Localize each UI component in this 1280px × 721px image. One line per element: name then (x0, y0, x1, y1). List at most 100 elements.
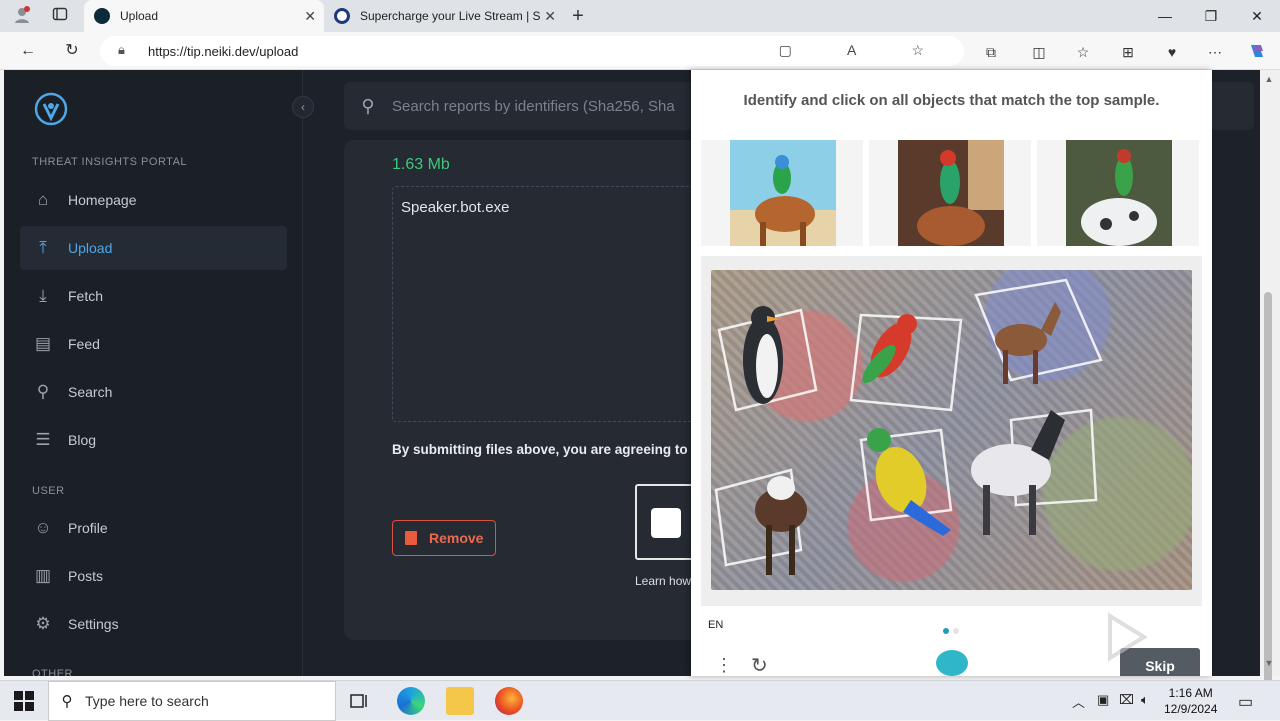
pagination-dots (943, 621, 963, 639)
gear-icon: ⚙ (35, 614, 51, 633)
volume-icon[interactable]: 🔈︎ (1141, 692, 1149, 708)
firefox-icon[interactable] (495, 687, 523, 715)
scrollbar-thumb[interactable] (1264, 292, 1272, 704)
close-window-icon[interactable]: ✕ (1234, 4, 1280, 28)
sidebar-item-profile[interactable]: ☺ Profile (20, 506, 287, 550)
url-text: https://tip.neiki.dev/upload (148, 43, 299, 59)
sidebar-item-label: Settings (68, 616, 119, 632)
page-dot (953, 628, 959, 634)
address-bar[interactable]: 🔒︎ https://tip.neiki.dev/upload ▢ A ☆ (100, 36, 964, 66)
posts-icon: ▥ (34, 566, 52, 585)
extensions-icon[interactable]: ⧉ (980, 41, 1002, 63)
tray-device-icon[interactable]: ▣ (1097, 692, 1109, 708)
edge-browser-icon[interactable] (397, 687, 425, 715)
collections-icon[interactable]: ⊞ (1117, 41, 1139, 63)
anyrun-logo-icon (1108, 612, 1148, 662)
language-selector[interactable]: EN (708, 619, 723, 631)
captcha-refresh-icon[interactable]: ↻ (751, 653, 768, 676)
task-view-icon[interactable] (346, 687, 374, 715)
sidebar-item-blog[interactable]: ☰ Blog (20, 418, 287, 462)
section-label-portal: THREAT INSIGHTS PORTAL (32, 156, 188, 168)
sample-image (701, 140, 863, 246)
tab-title: Upload (120, 9, 159, 23)
profile-icon: ☺ (34, 518, 52, 537)
neiki-favicon-icon (94, 8, 110, 24)
feed-icon: ▤ (34, 334, 52, 353)
copilot-icon[interactable] (1246, 41, 1268, 63)
taskbar-search-input[interactable]: ⚲ Type here to search (48, 681, 336, 721)
tray-chevron-icon[interactable]: ︿ (1072, 692, 1085, 711)
file-size: 1.63 Mb (392, 156, 450, 173)
restore-icon[interactable]: ❐ (1188, 4, 1234, 28)
file-name: Speaker.bot.exe (401, 199, 510, 216)
challenge-image[interactable] (711, 270, 1192, 590)
sidebar-item-label: Homepage (68, 192, 137, 208)
anyrun-watermark (1038, 612, 1228, 673)
windows-start-icon[interactable] (14, 691, 34, 711)
page-dot-active (943, 628, 949, 634)
parrot-on-cow-icon (898, 140, 1004, 246)
sample-image (869, 140, 1031, 246)
file-explorer-icon[interactable] (446, 687, 474, 715)
captcha-instruction: Identify and click on all objects that m… (743, 92, 1160, 109)
address-toolbar: ← ↻ 🔒︎ https://tip.neiki.dev/upload ▢ A … (0, 32, 1280, 70)
clock-time: 1:16 AM (1168, 686, 1213, 700)
lock-icon: 🔒︎ (118, 42, 125, 57)
close-tab-icon[interactable]: ✕ (544, 8, 556, 25)
clock-date: 12/9/2024 (1164, 702, 1218, 716)
refresh-icon[interactable]: ↻ (60, 40, 84, 62)
sidebar-item-search[interactable]: ⚲ Search (20, 370, 287, 414)
browser-tabbar: Upload ✕ Supercharge your Live Stream | … (0, 0, 1280, 32)
neiki-logo-icon[interactable] (34, 92, 68, 126)
close-tab-icon[interactable]: ✕ (304, 8, 316, 25)
collapse-sidebar-button[interactable]: ‹ (292, 96, 314, 118)
parrot-icon (862, 314, 917, 384)
tab-supercharge[interactable]: Supercharge your Live Stream | S ✕ (324, 0, 564, 32)
sidebar-item-feed[interactable]: ▤ Feed (20, 322, 287, 366)
sidebar: THREAT INSIGHTS PORTAL ⌂ Homepage ⤒ Uplo… (4, 70, 303, 676)
taskbar-search-placeholder: Type here to search (85, 693, 209, 709)
hcaptcha-logo-icon (936, 650, 968, 676)
sidebar-item-fetch[interactable]: ⤓ Fetch (20, 274, 287, 318)
favorites-icon[interactable]: ☆ (1072, 41, 1094, 63)
search-placeholder: Search reports by identifiers (Sha256, S… (392, 97, 675, 115)
profile-icon[interactable] (12, 6, 32, 26)
sidebar-item-posts[interactable]: ▥ Posts (20, 554, 287, 598)
captcha-menu-icon[interactable]: ⋮ (715, 655, 733, 676)
split-screen-icon[interactable]: ◫ (1028, 41, 1050, 63)
section-label-user: USER (32, 485, 65, 497)
new-tab-icon[interactable]: + (568, 6, 588, 26)
parrot-on-cow-icon (730, 140, 836, 246)
sidebar-item-label: Upload (68, 240, 113, 256)
learn-link[interactable]: Learn how (635, 574, 691, 588)
section-label-other: OTHER (32, 668, 73, 676)
network-icon[interactable]: ⌧ (1119, 692, 1134, 708)
tab-actions-icon[interactable] (50, 6, 70, 26)
performance-icon[interactable]: ♥ (1161, 41, 1183, 63)
back-icon[interactable]: ← (16, 40, 40, 62)
sample-image (1037, 140, 1199, 246)
animals-collage (714, 278, 1103, 575)
scroll-up-icon[interactable]: ▲ (1262, 74, 1276, 84)
tab-upload[interactable]: Upload ✕ (84, 0, 324, 32)
more-menu-icon[interactable]: ⋯ (1204, 41, 1226, 63)
windows-taskbar: ⚲ Type here to search ︿ ▣ ⌧ 🔈︎ 1:16 AM 1… (0, 680, 1280, 721)
url-actions[interactable]: ▢ A ☆ (779, 42, 950, 59)
notifications-icon[interactable]: ▭ (1238, 692, 1253, 712)
sidebar-item-label: Fetch (68, 288, 104, 304)
parrot-on-cow-icon (1066, 140, 1172, 246)
taskbar-clock[interactable]: 1:16 AM 12/9/2024 (1164, 685, 1217, 717)
remove-button[interactable]: Remove (392, 520, 496, 556)
trash-icon (405, 531, 417, 545)
scroll-down-icon[interactable]: ▼ (1262, 658, 1276, 668)
sidebar-item-homepage[interactable]: ⌂ Homepage (20, 178, 287, 222)
captcha-challenge: Identify and click on all objects that m… (691, 70, 1212, 676)
sidebar-item-settings[interactable]: ⚙ Settings (20, 602, 287, 646)
search-icon: ⚲ (61, 693, 73, 710)
sidebar-item-label: Posts (68, 568, 104, 584)
search-icon: ⚲ (36, 382, 50, 401)
minimize-icon[interactable]: — (1142, 4, 1188, 28)
home-icon: ⌂ (37, 190, 49, 209)
sidebar-item-upload[interactable]: ⤒ Upload (20, 226, 287, 270)
page-scrollbar[interactable]: ▲ ▼ (1260, 70, 1280, 704)
